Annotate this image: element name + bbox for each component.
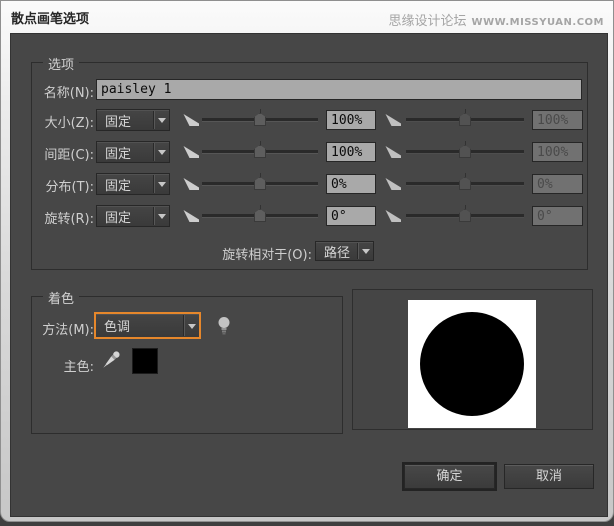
slider-stem: [260, 109, 261, 113]
slider-thumb[interactable]: [254, 209, 266, 222]
row-spacing: 间距(C): 固定: [11, 141, 607, 165]
ramp-icon: [385, 208, 402, 223]
scatter-slider[interactable]: [202, 175, 318, 191]
brush-preview-canvas: [408, 300, 536, 428]
scatter-label: 分布(T):: [31, 176, 94, 195]
chevron-down-icon: [158, 118, 166, 123]
slider-stem: [465, 141, 466, 145]
size-variation-input: [532, 110, 583, 130]
method-dropdown[interactable]: 色调: [94, 312, 201, 339]
watermark-url: WWW.MISSYUAN.COM: [472, 17, 604, 28]
watermark: 思缘设计论坛 WWW.MISSYUAN.COM: [388, 10, 604, 29]
watermark-site: 思缘设计论坛: [388, 14, 466, 29]
slider-thumb[interactable]: [254, 113, 266, 126]
scatter-mode-dropdown[interactable]: 固定: [96, 173, 170, 195]
options-group-label: 选项: [43, 54, 79, 73]
dropdown-arrow-button[interactable]: [153, 207, 169, 225]
slider-thumb: [459, 209, 471, 222]
scatter-mode-value: 固定: [105, 174, 131, 194]
ramp-icon: [385, 144, 402, 159]
chevron-down-icon: [188, 324, 196, 329]
slider-thumb: [459, 177, 471, 190]
ramp-icon: [183, 208, 200, 223]
size-label: 大小(Z):: [31, 112, 94, 131]
eyedropper-icon[interactable]: [97, 347, 123, 375]
scatter-variation-input: [532, 174, 583, 194]
rotation-mode-dropdown[interactable]: 固定: [96, 205, 170, 227]
method-label: 方法(M):: [31, 319, 94, 338]
size-variation-slider: [406, 111, 524, 127]
row-rotation: 旋转(R): 固定: [11, 205, 607, 229]
rotation-relative-dropdown[interactable]: 路径: [315, 241, 374, 261]
window-frame: 散点画笔选项 思缘设计论坛 WWW.MISSYUAN.COM 选项 名称(N):…: [0, 0, 614, 522]
slider-thumb: [459, 113, 471, 126]
size-mode-dropdown[interactable]: 固定: [96, 109, 170, 131]
slider-thumb: [459, 145, 471, 158]
dropdown-arrow-button[interactable]: [153, 111, 169, 129]
chevron-down-icon: [158, 214, 166, 219]
colorization-tips-lightbulb-icon[interactable]: [217, 316, 231, 337]
slider-stem: [260, 205, 261, 209]
brush-shape-circle: [420, 312, 524, 416]
rotation-mode-value: 固定: [105, 206, 131, 226]
scatter-brush-options-dialog: 散点画笔选项 思缘设计论坛 WWW.MISSYUAN.COM 选项 名称(N):…: [0, 0, 614, 526]
size-mode-value: 固定: [105, 110, 131, 130]
dropdown-arrow-button[interactable]: [153, 143, 169, 161]
slider-stem: [465, 109, 466, 113]
name-input[interactable]: [96, 79, 582, 100]
spacing-variation-input: [532, 142, 583, 162]
dropdown-arrow-button[interactable]: [357, 243, 373, 259]
chevron-down-icon: [158, 150, 166, 155]
chevron-down-icon: [362, 249, 370, 254]
key-color-swatch: [132, 348, 158, 374]
ramp-icon: [183, 112, 200, 127]
spacing-slider[interactable]: [202, 143, 318, 159]
slider-stem: [260, 141, 261, 145]
ramp-icon: [385, 112, 402, 127]
row-size: 大小(Z): 固定: [11, 109, 607, 133]
ramp-icon: [183, 176, 200, 191]
chevron-down-icon: [158, 182, 166, 187]
slider-stem: [465, 173, 466, 177]
spacing-label: 间距(C):: [31, 144, 94, 163]
rotation-relative-label: 旋转相对于(O):: [161, 244, 312, 263]
spacing-variation-slider: [406, 143, 524, 159]
ramp-icon: [385, 176, 402, 191]
rotation-label: 旋转(R):: [31, 208, 94, 227]
name-label: 名称(N):: [31, 82, 94, 101]
slider-thumb[interactable]: [254, 177, 266, 190]
row-scatter: 分布(T): 固定: [11, 173, 607, 197]
method-value: 色调: [104, 314, 130, 337]
dropdown-arrow-button[interactable]: [183, 315, 199, 336]
slider-stem: [465, 205, 466, 209]
spacing-value-input[interactable]: [326, 142, 376, 162]
cancel-button[interactable]: 取消: [504, 464, 594, 489]
rotation-slider[interactable]: [202, 207, 318, 223]
ramp-icon: [183, 144, 200, 159]
dialog-body: 选项 名称(N): 大小(Z): 固定: [10, 33, 608, 517]
window-title: 散点画笔选项: [11, 8, 89, 27]
dropdown-arrow-button[interactable]: [153, 175, 169, 193]
size-slider[interactable]: [202, 111, 318, 127]
colorization-group-label: 着色: [43, 288, 79, 307]
brush-preview: [352, 289, 593, 430]
rotation-variation-slider: [406, 207, 524, 223]
key-color-label: 主色:: [31, 356, 94, 375]
rotation-variation-input: [532, 206, 583, 226]
scatter-variation-slider: [406, 175, 524, 191]
rotation-relative-value: 路径: [324, 242, 350, 260]
spacing-mode-dropdown[interactable]: 固定: [96, 141, 170, 163]
rotation-value-input[interactable]: [326, 206, 376, 226]
scatter-value-input[interactable]: [326, 174, 376, 194]
size-value-input[interactable]: [326, 110, 376, 130]
slider-stem: [260, 173, 261, 177]
ok-button[interactable]: 确定: [404, 464, 495, 489]
slider-thumb[interactable]: [254, 145, 266, 158]
spacing-mode-value: 固定: [105, 142, 131, 162]
